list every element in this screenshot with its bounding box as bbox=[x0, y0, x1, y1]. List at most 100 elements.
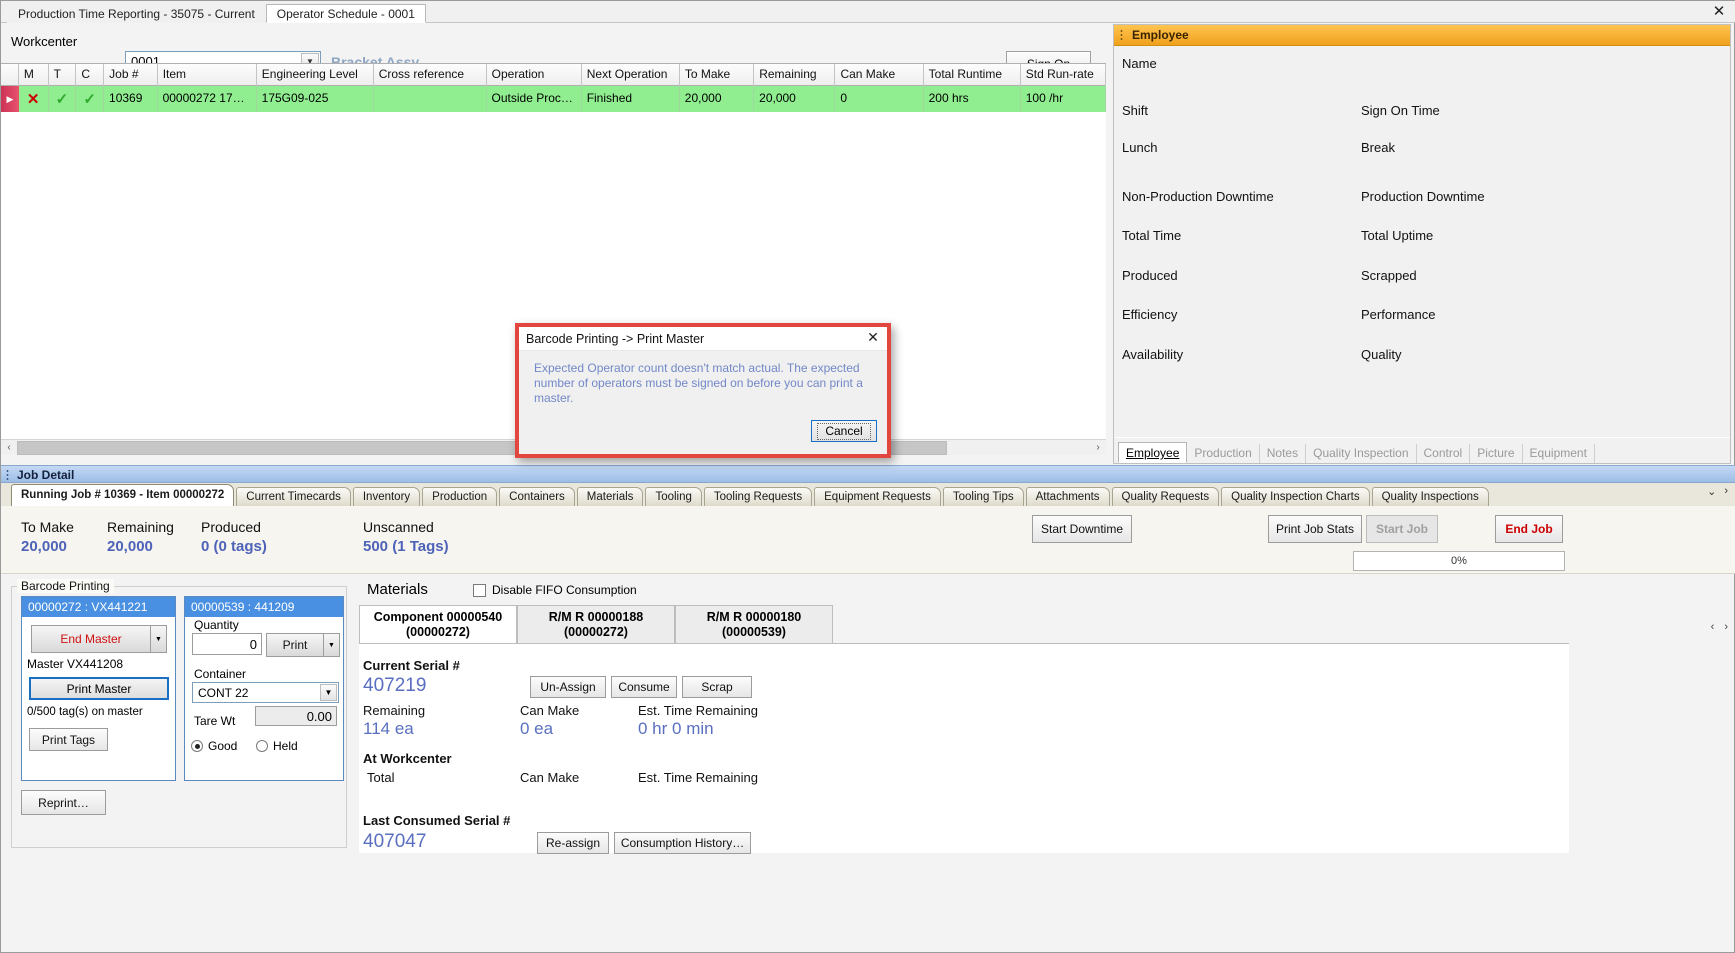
tab-running-job[interactable]: Running Job # 10369 - Item 00000272 bbox=[11, 484, 235, 506]
grid-header-t[interactable]: T bbox=[49, 64, 77, 86]
grid-header-job[interactable]: Job # bbox=[104, 64, 158, 86]
grid-header-cross-reference[interactable]: Cross reference bbox=[374, 64, 487, 86]
employee-field-total-uptime: Total Uptime bbox=[1361, 228, 1434, 243]
chevron-down-icon[interactable]: ▼ bbox=[324, 633, 340, 657]
employee-field-total-time: Total Time bbox=[1122, 228, 1182, 243]
end-master-split-button[interactable]: End Master ▼ bbox=[31, 625, 167, 653]
master-serial-label: Master VX441208 bbox=[27, 657, 124, 671]
job-detail-bar: Job Detail bbox=[1, 465, 1735, 483]
materials-scroll-right-icon[interactable]: › bbox=[1724, 621, 1728, 633]
end-master-button[interactable]: End Master bbox=[31, 625, 151, 653]
materials-tab-rm-00000180[interactable]: R/M R 00000180 (00000539) bbox=[675, 605, 833, 643]
employee-panel-title-label: Employee bbox=[1132, 28, 1189, 42]
tab-overflow-icon[interactable]: ⌄ bbox=[1707, 485, 1716, 498]
tab-equipment-requests[interactable]: Equipment Requests bbox=[814, 487, 941, 506]
grid-header-engineering-level[interactable]: Engineering Level bbox=[257, 64, 374, 86]
re-assign-button[interactable]: Re-assign bbox=[537, 832, 609, 854]
grid-header-std-run-rate[interactable]: Std Run-rate bbox=[1021, 64, 1106, 86]
grid-header-next-operation[interactable]: Next Operation bbox=[582, 64, 680, 86]
print-master-error-dialog: Barcode Printing -> Print Master ✕ Expec… bbox=[515, 323, 891, 458]
start-downtime-button[interactable]: Start Downtime bbox=[1032, 515, 1132, 543]
tab-quality-requests[interactable]: Quality Requests bbox=[1111, 487, 1220, 506]
container-label: Container bbox=[194, 667, 247, 681]
cell-total-runtime: 200 hrs bbox=[924, 86, 1021, 112]
materials-tab-rm-00000188[interactable]: R/M R 00000188 (00000272) bbox=[517, 605, 675, 643]
tab-inventory[interactable]: Inventory bbox=[352, 487, 421, 506]
reprint-button[interactable]: Reprint… bbox=[21, 790, 106, 815]
tab-quality-inspections[interactable]: Quality Inspections bbox=[1371, 487, 1489, 506]
tab-tooling-requests[interactable]: Tooling Requests bbox=[703, 487, 813, 506]
grid-header-c[interactable]: C bbox=[76, 64, 105, 86]
tab-tooling[interactable]: Tooling bbox=[645, 487, 702, 506]
scroll-right-icon[interactable]: › bbox=[1090, 442, 1106, 453]
tab-quality-inspection-charts[interactable]: Quality Inspection Charts bbox=[1221, 487, 1370, 506]
close-icon[interactable]: ✕ bbox=[864, 330, 882, 348]
tab-production[interactable]: Production bbox=[1187, 444, 1260, 463]
print-job-stats-button[interactable]: Print Job Stats bbox=[1268, 515, 1362, 543]
grid-header-operation[interactable]: Operation bbox=[487, 64, 582, 86]
consume-button[interactable]: Consume bbox=[611, 676, 677, 698]
last-consumed-serial-value: 407047 bbox=[363, 831, 427, 852]
tab-picture[interactable]: Picture bbox=[1470, 444, 1523, 463]
materials-tab-line1: R/M R 00000180 bbox=[706, 610, 802, 624]
grid-header-rowselector bbox=[1, 64, 19, 86]
tab-notes[interactable]: Notes bbox=[1260, 444, 1307, 463]
tare-wt-input[interactable]: 0.00 bbox=[255, 706, 337, 726]
chevron-down-icon[interactable]: ▼ bbox=[320, 684, 337, 701]
grid-header-can-make[interactable]: Can Make bbox=[835, 64, 924, 86]
employee-field-scrapped: Scrapped bbox=[1361, 268, 1417, 283]
job-detail-tabs: Running Job # 10369 - Item 00000272 Curr… bbox=[1, 483, 1735, 506]
tab-employee[interactable]: Employee bbox=[1118, 442, 1188, 463]
grid-header-item[interactable]: Item bbox=[158, 64, 257, 86]
quantity-input[interactable]: 0 bbox=[192, 633, 262, 655]
cell-item: 00000272 17… bbox=[158, 86, 257, 112]
material-est-time-label: Est. Time Remaining bbox=[638, 703, 758, 718]
tab-control[interactable]: Control bbox=[1417, 444, 1471, 463]
tab-current-timecards[interactable]: Current Timecards bbox=[236, 487, 351, 506]
radio-held[interactable]: Held bbox=[256, 739, 298, 753]
at-workcenter-est-time-label: Est. Time Remaining bbox=[638, 770, 758, 785]
tab-attachments[interactable]: Attachments bbox=[1025, 487, 1110, 506]
drag-grip-icon[interactable] bbox=[1120, 29, 1123, 42]
tab-scroll-right-icon[interactable]: › bbox=[1724, 485, 1728, 498]
print-tags-button[interactable]: Print Tags bbox=[29, 728, 108, 751]
tab-equipment[interactable]: Equipment bbox=[1523, 444, 1595, 463]
scroll-left-icon[interactable]: ‹ bbox=[1, 442, 17, 453]
end-job-button[interactable]: End Job bbox=[1495, 515, 1563, 543]
tab-quality-inspection[interactable]: Quality Inspection bbox=[1306, 444, 1417, 463]
cell-next-operation: Finished bbox=[582, 86, 680, 112]
scrap-button[interactable]: Scrap bbox=[682, 676, 752, 698]
grid-header-m[interactable]: M bbox=[19, 64, 49, 86]
grid-header-total-runtime[interactable]: Total Runtime bbox=[924, 64, 1021, 86]
grid-header-to-make[interactable]: To Make bbox=[680, 64, 755, 86]
radio-good[interactable]: Good bbox=[191, 739, 237, 753]
close-icon[interactable]: ✕ bbox=[1710, 3, 1728, 21]
chevron-down-icon[interactable]: ▼ bbox=[151, 625, 167, 653]
grid-header-remaining[interactable]: Remaining bbox=[754, 64, 836, 86]
stat-unscanned-label: Unscanned bbox=[363, 519, 434, 535]
tab-tooling-tips[interactable]: Tooling Tips bbox=[942, 487, 1024, 506]
drag-grip-icon[interactable] bbox=[6, 469, 9, 481]
table-row[interactable]: ▶ ✕ ✓ ✓ 10369 00000272 17… 175G09-025 Ou… bbox=[1, 86, 1106, 112]
disable-fifo-checkbox[interactable]: Disable FIFO Consumption bbox=[473, 583, 637, 597]
tab-containers[interactable]: Containers bbox=[499, 487, 575, 506]
document-tab-production-time-reporting[interactable]: Production Time Reporting - 35075 - Curr… bbox=[7, 4, 266, 23]
row-selector-indicator: ▶ bbox=[1, 86, 19, 112]
materials-tab-component-00000540[interactable]: Component 00000540 (00000272) bbox=[359, 605, 517, 643]
un-assign-button[interactable]: Un-Assign bbox=[530, 676, 606, 698]
tab-materials[interactable]: Materials bbox=[576, 487, 644, 506]
document-tabs: Production Time Reporting - 35075 - Curr… bbox=[7, 3, 426, 23]
consumption-history-button[interactable]: Consumption History… bbox=[614, 832, 751, 854]
print-split-button[interactable]: Print ▼ bbox=[266, 633, 340, 657]
grid-header-row: M T C Job # Item Engineering Level Cross… bbox=[1, 64, 1106, 86]
container-select[interactable]: CONT 22 ▼ bbox=[192, 682, 339, 703]
tab-production[interactable]: Production bbox=[422, 487, 498, 506]
print-master-button[interactable]: Print Master bbox=[29, 677, 169, 700]
start-job-button: Start Job bbox=[1366, 515, 1438, 543]
stat-produced-value: 0 (0 tags) bbox=[201, 538, 267, 555]
materials-scroll-left-icon[interactable]: ‹ bbox=[1711, 621, 1715, 633]
cell-cross-reference bbox=[374, 86, 487, 112]
print-button[interactable]: Print bbox=[266, 633, 324, 657]
document-tab-operator-schedule[interactable]: Operator Schedule - 0001 bbox=[265, 4, 426, 23]
cancel-button[interactable]: Cancel bbox=[811, 420, 877, 442]
